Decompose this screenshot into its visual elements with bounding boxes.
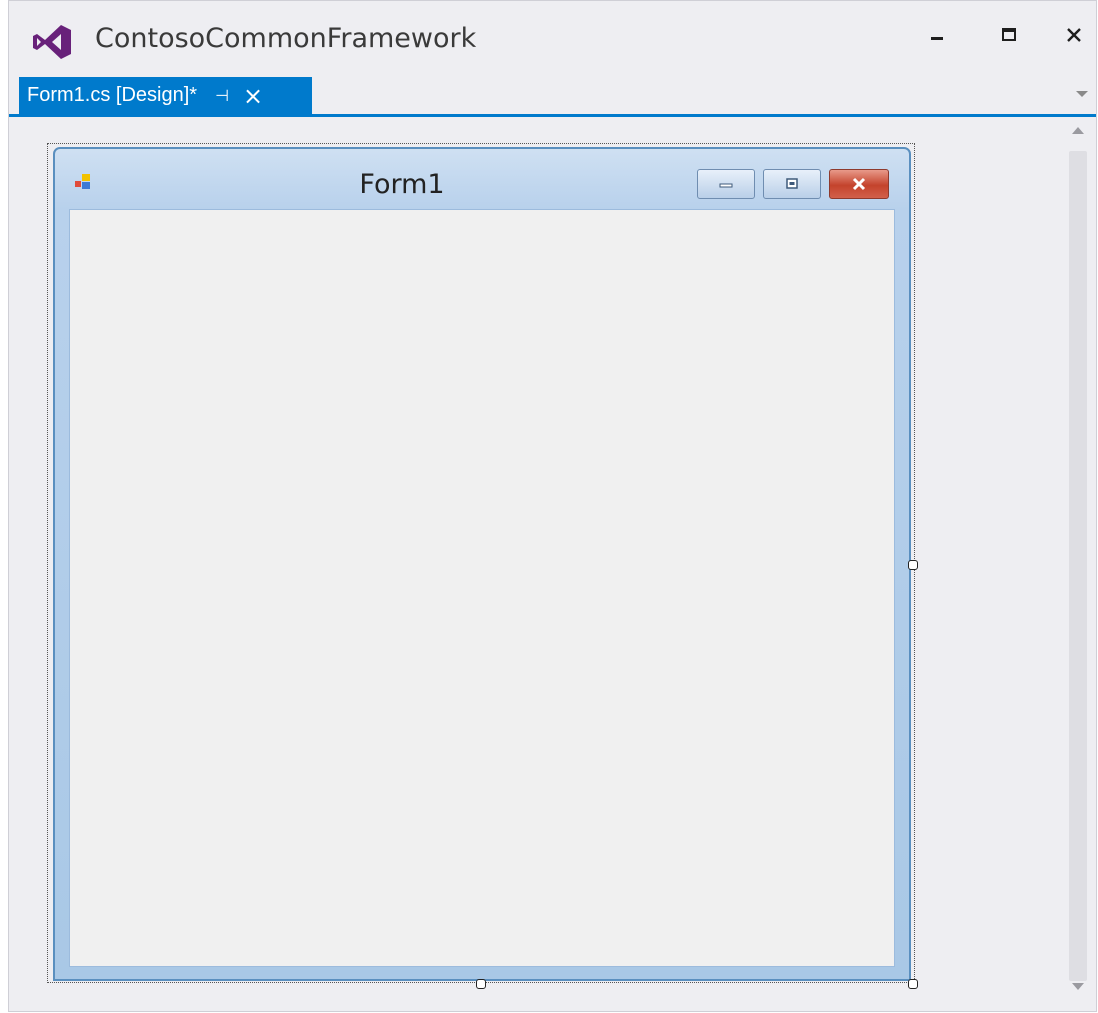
tab-close-icon[interactable]: × — [243, 84, 263, 108]
form1-window[interactable]: Form1 — [53, 147, 911, 981]
resize-handle-right[interactable] — [908, 560, 918, 570]
tab-label: Form1.cs [Design]* — [27, 84, 198, 106]
minimize-button[interactable] — [917, 15, 957, 55]
resize-handle-bottom[interactable] — [476, 979, 486, 989]
title-bar: ContosoCommonFramework — [9, 1, 1096, 77]
pin-icon[interactable]: ⊣ — [215, 86, 229, 105]
maximize-icon — [1002, 28, 1016, 41]
close-window-button[interactable] — [1054, 15, 1094, 55]
scroll-down-icon[interactable] — [1072, 983, 1084, 990]
vertical-scrollbar[interactable] — [1063, 117, 1093, 1009]
app-title: ContosoCommonFramework — [95, 23, 477, 54]
visual-studio-logo-icon — [33, 25, 71, 59]
scroll-up-icon[interactable] — [1072, 127, 1084, 134]
tab-overflow-dropdown-icon[interactable] — [1076, 91, 1088, 97]
restore-icon — [786, 178, 798, 189]
document-tab-strip: Form1.cs [Design]* ⊣ × — [9, 77, 1096, 117]
form-designer-surface[interactable]: Form1 — [9, 117, 1063, 1009]
close-icon — [852, 177, 866, 191]
ide-window: ContosoCommonFramework Form1.cs [Design]… — [8, 0, 1097, 1012]
scrollbar-thumb[interactable] — [1069, 151, 1087, 981]
resize-handle-bottom-right[interactable] — [908, 979, 918, 989]
form-title-bar: Form1 — [55, 149, 909, 209]
form-close-button — [829, 169, 889, 199]
maximize-button[interactable] — [989, 15, 1029, 55]
form-client-area[interactable] — [69, 209, 895, 967]
close-icon — [1067, 28, 1081, 42]
form-minimize-button — [697, 169, 755, 199]
minimize-icon — [931, 37, 943, 40]
tab-form1-design[interactable]: Form1.cs [Design]* ⊣ × — [19, 77, 312, 114]
form-restore-button — [763, 169, 821, 199]
minimize-icon — [719, 183, 733, 188]
